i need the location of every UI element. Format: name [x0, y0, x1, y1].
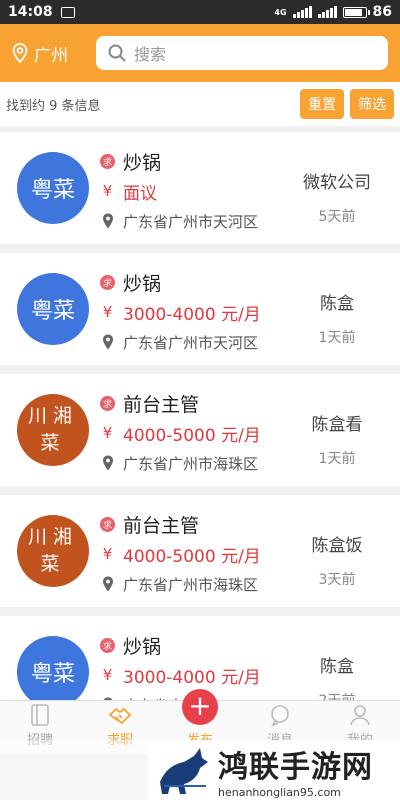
- seek-badge: 求: [100, 153, 115, 169]
- watermark: 鸿联手游网 henanhonglian95.com: [148, 740, 400, 800]
- result-count: 找到约 9 条信息: [6, 98, 101, 114]
- avatar: 粤菜: [17, 636, 89, 708]
- reset-button[interactable]: 重置: [300, 89, 344, 119]
- yen-icon: ¥: [102, 303, 113, 321]
- signal-icon-2: [317, 6, 337, 18]
- address: 广东省广州市天河区: [123, 212, 259, 231]
- overlay-shade: [0, 740, 148, 800]
- company-name: 陈盒看: [311, 415, 363, 435]
- bull-logo-icon: [160, 748, 208, 794]
- seek-badge: 求: [100, 516, 115, 532]
- avatar: 川湘菜: [17, 394, 89, 466]
- address: 广东省广州市天河区: [123, 333, 259, 352]
- salary: 3000-4000 元/月: [123, 304, 261, 325]
- avatar: 粤菜: [17, 152, 89, 224]
- post-time: 5天前: [318, 209, 356, 225]
- company-name: 陈盒: [320, 657, 354, 677]
- battery-icon: [342, 6, 370, 18]
- search-icon: [108, 44, 126, 62]
- post-time: 1天前: [318, 330, 356, 346]
- location-pin-icon: [100, 334, 115, 350]
- job-title: 炒锅: [123, 635, 162, 658]
- watermark-title: 鸿联手游网: [218, 749, 373, 785]
- address: 广东省广州市海珠区: [123, 454, 259, 473]
- company-name: 微软公司: [303, 173, 371, 193]
- address: 广东省广州市海珠区: [123, 575, 259, 594]
- location-pin-icon: [100, 213, 115, 229]
- result-bar: 找到约 9 条信息 重置 筛选: [0, 82, 400, 126]
- handshake-icon: [109, 708, 131, 724]
- list-item[interactable]: 川湘菜 求前台主管 ¥4000-5000 元/月 广东省广州市海珠区 陈盒饭 3…: [0, 495, 400, 607]
- company-name: 陈盒: [320, 294, 354, 314]
- add-post-button[interactable]: +: [182, 689, 218, 725]
- job-title: 炒锅: [123, 151, 162, 174]
- signal-icon: [292, 6, 312, 18]
- document-icon: [31, 704, 49, 726]
- search-input[interactable]: 搜索: [96, 36, 388, 70]
- seek-badge: 求: [100, 395, 115, 411]
- location-pin-icon: [12, 43, 28, 63]
- network-type: 4G: [274, 7, 287, 17]
- status-time: 14:08: [8, 4, 53, 20]
- yen-icon: ¥: [102, 424, 113, 442]
- list-item[interactable]: 川湘菜 求前台主管 ¥4000-5000 元/月 广东省广州市海珠区 陈盒看 1…: [0, 374, 400, 486]
- top-header: 广州 搜索: [0, 24, 400, 82]
- location-pin-icon: [100, 576, 115, 592]
- job-title: 前台主管: [123, 393, 200, 416]
- seek-badge: 求: [100, 637, 115, 653]
- salary: 4000-5000 元/月: [123, 546, 261, 567]
- salary: 面议: [123, 183, 157, 204]
- user-icon: [350, 705, 370, 726]
- city-name: 广州: [34, 45, 68, 66]
- seek-badge: 求: [100, 274, 115, 290]
- battery-level: 86: [372, 4, 392, 20]
- watermark-url: henanhonglian95.com: [218, 785, 341, 799]
- job-title: 炒锅: [123, 272, 162, 295]
- yen-icon: ¥: [102, 666, 113, 684]
- location-pin-icon: [100, 455, 115, 471]
- chat-bubble-icon: [271, 705, 289, 727]
- yen-icon: ¥: [102, 545, 113, 563]
- post-time: 1天前: [318, 451, 356, 467]
- list-item[interactable]: 粤菜 求炒锅 ¥ 面议 广东省广州市天河区 微软公司 5天前: [0, 132, 400, 244]
- salary: 4000-5000 元/月: [123, 425, 261, 446]
- company-name: 陈盒饭: [311, 536, 363, 556]
- city-selector[interactable]: 广州: [12, 41, 96, 66]
- avatar: 川湘菜: [17, 515, 89, 587]
- post-time: 3天前: [318, 572, 356, 588]
- list-item[interactable]: 粤菜 求炒锅 ¥3000-4000 元/月 广东省广州市天河区 陈盒 1天前: [0, 253, 400, 365]
- yen-icon: ¥: [102, 182, 113, 200]
- search-placeholder: 搜索: [134, 45, 167, 64]
- job-title: 前台主管: [123, 514, 200, 537]
- job-list: 粤菜 求炒锅 ¥ 面议 广东省广州市天河区 微软公司 5天前 粤菜 求炒锅 ¥30…: [0, 132, 400, 737]
- image-notification-icon: [60, 6, 75, 18]
- status-bar: 14:08 4G 86: [0, 0, 400, 24]
- filter-button[interactable]: 筛选: [350, 89, 394, 119]
- salary: 3000-4000 元/月: [123, 667, 261, 688]
- avatar: 粤菜: [17, 273, 89, 345]
